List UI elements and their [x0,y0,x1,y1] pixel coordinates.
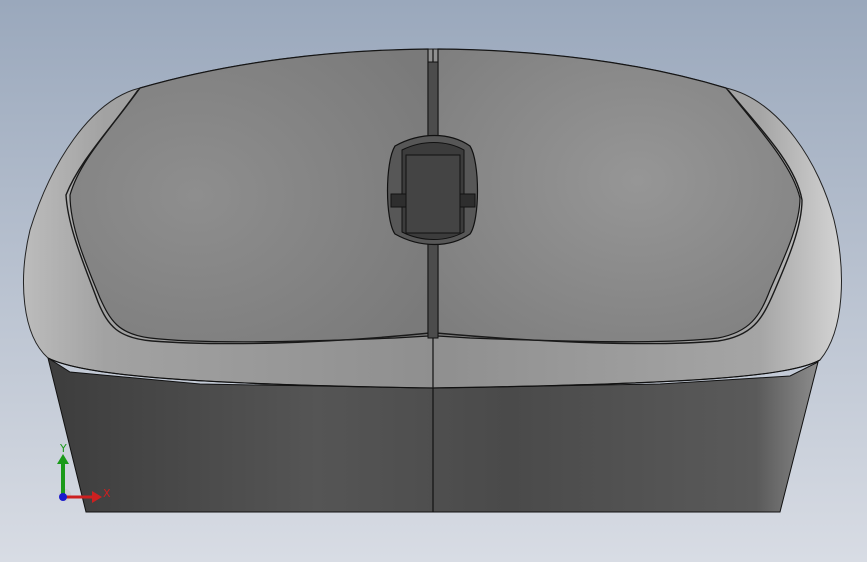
model-render[interactable] [0,0,867,562]
scroll-wheel[interactable] [405,154,461,234]
x-axis-label: X [103,487,111,500]
z-axis-point [59,493,67,501]
wheel-axle-right [459,193,476,208]
y-axis-arrow [57,454,69,464]
wheel-axle-left [390,193,407,208]
graphics-viewport[interactable]: Y X [0,0,867,562]
coordinate-triad: Y X [50,440,120,510]
x-axis-arrow [92,491,102,503]
y-axis-label: Y [60,442,67,455]
